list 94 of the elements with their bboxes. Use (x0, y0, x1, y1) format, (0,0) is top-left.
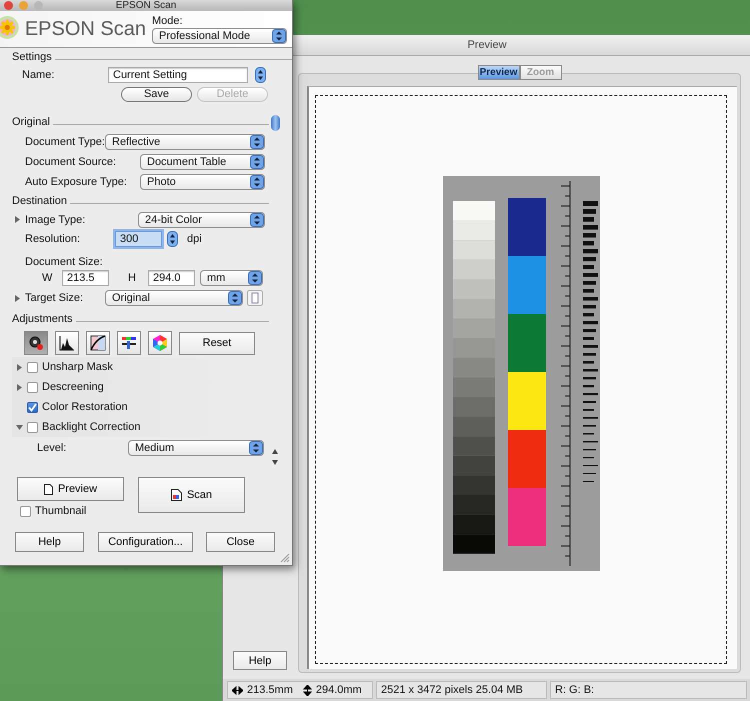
checkbox[interactable] (20, 506, 31, 516)
field-label: Target Size: (25, 292, 84, 304)
colour-patch (508, 198, 546, 256)
scan-document-icon (170, 489, 182, 501)
scroll-arrows-icon[interactable] (271, 447, 279, 467)
dropdown[interactable]: Original (105, 290, 243, 306)
scroll-thumb[interactable] (270, 115, 280, 131)
page-icon (44, 484, 53, 494)
window-title: EPSON Scan (116, 0, 176, 10)
updown-arrows-icon (250, 135, 264, 149)
updown-arrows-icon (272, 28, 286, 42)
dropdown[interactable]: Medium (128, 440, 264, 456)
checkbox[interactable] (27, 362, 38, 372)
field-label: H (128, 272, 137, 284)
disclosure-triangle-icon[interactable] (16, 364, 23, 370)
save-button[interactable]: Save (121, 86, 192, 102)
resolution-field[interactable]: 300 (115, 231, 162, 247)
colour-patch (508, 314, 546, 372)
height-reading: 294.0mm (316, 684, 362, 696)
dropdown[interactable]: Photo (140, 174, 265, 190)
help-button[interactable]: Help (15, 532, 84, 552)
rgb-reading: R: G: B: (555, 684, 594, 696)
configuration-button[interactable]: Configuration... (98, 532, 193, 552)
mode-label: Mode: (152, 14, 184, 26)
disclosure-triangle-icon[interactable] (16, 384, 23, 390)
dropdown[interactable]: 24-bit Color (138, 212, 265, 228)
resize-grip-icon[interactable] (280, 553, 290, 563)
updown-arrows-icon (248, 270, 262, 284)
section-heading: Adjustments (12, 313, 73, 325)
reset-button[interactable]: Reset (179, 332, 255, 354)
colour-patch (508, 488, 546, 546)
field-label: Image Type: (25, 214, 86, 226)
field-label: Level: (37, 442, 68, 454)
close-icon[interactable] (4, 1, 13, 10)
disclosure-triangle-icon[interactable] (14, 216, 21, 223)
colour-patch (508, 256, 546, 314)
section-heading: Original (12, 116, 50, 128)
tool-button[interactable] (86, 331, 110, 355)
disclosure-triangle-icon[interactable] (14, 294, 21, 302)
mode-dropdown[interactable]: Professional Mode (152, 28, 287, 44)
tool-button[interactable] (24, 331, 48, 355)
stepper-icon[interactable] (255, 67, 266, 83)
colour-patch (508, 372, 546, 430)
stepper-icon[interactable] (167, 231, 178, 247)
help-button[interactable]: Help (233, 651, 287, 670)
vertical-arrows-icon (302, 684, 312, 696)
tone-curve-icon (90, 335, 106, 351)
option-label: Unsharp Mask (42, 361, 113, 373)
unit-dropdown[interactable]: mm (200, 270, 263, 286)
horizontal-arrows-icon (232, 686, 243, 694)
checkbox-label: Thumbnail (35, 505, 86, 517)
close-button[interactable]: Close (206, 532, 275, 552)
updown-arrows-icon (250, 175, 264, 189)
window-title: Preview (467, 39, 507, 51)
field-label: Auto Exposure Type: (25, 176, 128, 188)
name-field[interactable]: Current Setting (108, 67, 248, 83)
checkbox[interactable] (27, 402, 38, 412)
dropdown[interactable]: Document Table (140, 154, 265, 170)
color-balance-icon (121, 335, 137, 351)
view-tab[interactable]: Preview (478, 65, 520, 80)
section-heading: Destination (12, 195, 68, 207)
unit-label: dpi (187, 233, 202, 245)
checkbox[interactable] (27, 382, 38, 392)
updown-arrows-icon (250, 155, 264, 169)
field-label: Name: (22, 69, 56, 81)
field-label: Document Size: (25, 256, 103, 268)
histogram-icon (59, 335, 75, 351)
field-label: W (42, 272, 54, 284)
option-label: Descreening (42, 381, 104, 393)
preview-button[interactable]: Preview (17, 477, 124, 501)
height-field[interactable]: 294.0 (148, 270, 195, 286)
colour-patch (508, 430, 546, 488)
disclosure-triangle-icon[interactable] (16, 424, 23, 430)
tool-button[interactable] (55, 331, 79, 355)
updown-arrows-icon (250, 212, 264, 226)
section-heading: Settings (12, 51, 52, 63)
width-reading: 213.5mm (247, 684, 293, 696)
width-field[interactable]: 213.5 (62, 270, 109, 286)
updown-arrows-icon (228, 291, 242, 305)
field-label: Resolution: (25, 233, 82, 245)
field-label: Document Type: (25, 136, 105, 148)
image-size-reading: 2521 x 3472 pixels 25.04 MB (381, 684, 523, 696)
option-label: Color Restoration (42, 401, 128, 413)
dropdown[interactable]: Reflective (105, 134, 265, 150)
checkbox[interactable] (27, 422, 38, 432)
tool-button[interactable] (117, 331, 141, 355)
scan-button[interactable]: Scan (138, 477, 245, 513)
color-wheel-icon (151, 334, 169, 352)
option-label: Backlight Correction (42, 421, 140, 433)
document-icon[interactable] (247, 290, 263, 306)
field-label: Document Source: (25, 156, 118, 168)
updown-arrows-icon (249, 441, 263, 455)
exposure-icon (28, 335, 44, 351)
logo-text: EPSON Scan (24, 18, 146, 40)
